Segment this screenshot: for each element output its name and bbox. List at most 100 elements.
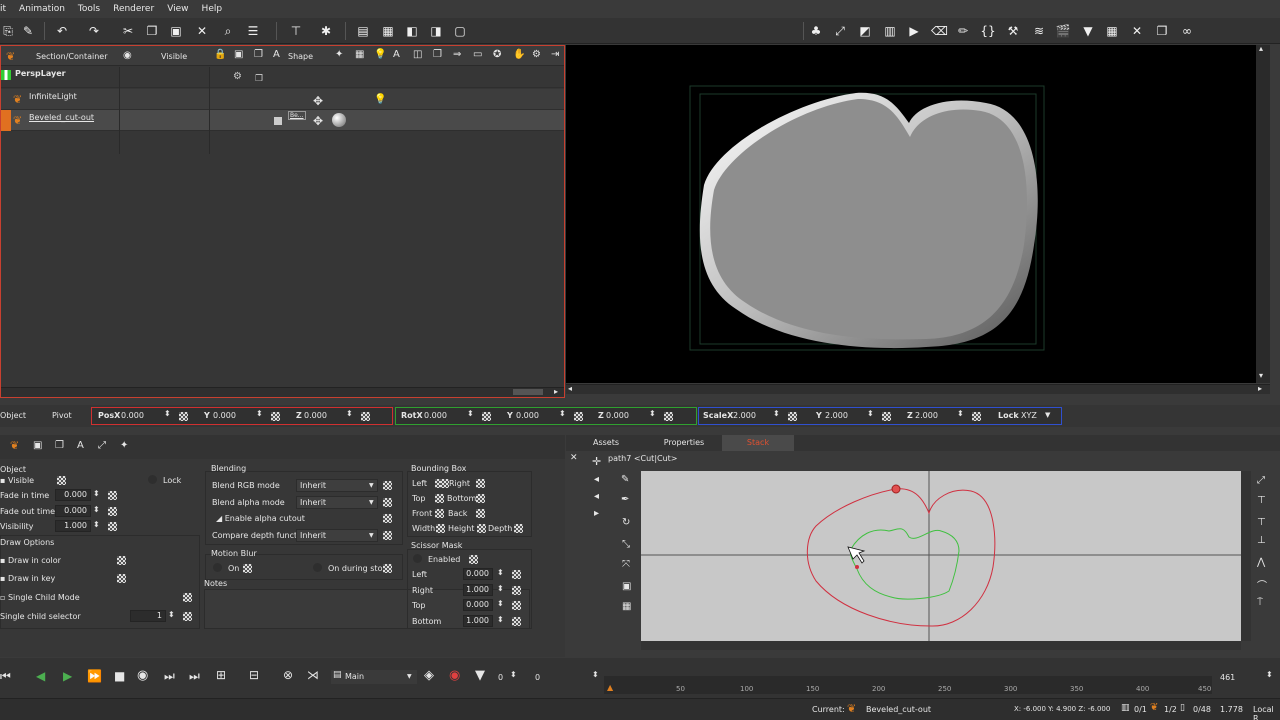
- script-icon[interactable]: {}: [980, 23, 996, 39]
- lock-select[interactable]: XYZ: [1021, 411, 1037, 420]
- tree-icon[interactable]: ♣: [808, 23, 824, 39]
- tool-2-icon[interactable]: ⊤: [1257, 495, 1266, 506]
- frame-value-1[interactable]: 0: [498, 673, 503, 682]
- layout-5-icon[interactable]: ▢: [452, 23, 468, 39]
- grid-icon[interactable]: ▦: [622, 601, 631, 612]
- scroll-right-icon[interactable]: ▸: [1258, 384, 1262, 393]
- pos-z-spin[interactable]: ⬍: [346, 409, 353, 418]
- fade-out-key[interactable]: [108, 507, 117, 516]
- expand-icon[interactable]: ⤢: [98, 440, 106, 451]
- clapper-icon[interactable]: 🎬: [1055, 23, 1071, 39]
- scale-y-key[interactable]: [882, 412, 891, 421]
- fade-out-spin[interactable]: ⬍: [93, 505, 100, 514]
- shape-tag[interactable]: Be...: [288, 111, 306, 120]
- text-icon[interactable]: A: [273, 49, 280, 60]
- brush-icon[interactable]: ✦: [120, 440, 128, 451]
- scissor-top-spin[interactable]: ⬍: [497, 599, 504, 608]
- go-end-icon[interactable]: ⏭: [189, 669, 200, 684]
- stack-arrow-icon[interactable]: ◂: [594, 491, 599, 502]
- scissor-bottom-key[interactable]: [512, 617, 521, 626]
- copy-icon[interactable]: ❐: [144, 23, 160, 39]
- menu-animation[interactable]: Animation: [19, 4, 65, 14]
- scissor-right-spin[interactable]: ⬍: [497, 584, 504, 593]
- blend-rgb-key[interactable]: [383, 481, 392, 490]
- draw-in-color-checkbox[interactable]: ▪ Draw in color: [0, 556, 61, 565]
- scissor-bottom-spin[interactable]: ⬍: [497, 615, 504, 624]
- lock-icon[interactable]: 🔒: [214, 49, 226, 60]
- infinity-icon[interactable]: ∞: [1179, 23, 1195, 39]
- frame-spin-2[interactable]: ⬍: [592, 670, 599, 679]
- diamond-key-icon[interactable]: ◈: [424, 668, 434, 683]
- visible-key[interactable]: [57, 476, 66, 485]
- header-visible[interactable]: Visible: [161, 52, 187, 61]
- pos-x-key[interactable]: [179, 412, 188, 421]
- split-icon[interactable]: ⋊: [307, 668, 319, 682]
- frame-value-2[interactable]: 0: [535, 673, 540, 682]
- scale-z-field[interactable]: 2.000: [915, 411, 938, 420]
- visibility-input[interactable]: 1.000: [55, 520, 91, 532]
- scroll-up-icon[interactable]: ▴: [1259, 44, 1263, 53]
- single-child-checkbox[interactable]: ▫ Single Child Mode: [0, 593, 80, 602]
- fast-forward-icon[interactable]: ⏩: [87, 669, 102, 683]
- camera-icon[interactable]: ▣: [234, 49, 243, 60]
- tab-stack[interactable]: Stack: [722, 435, 794, 451]
- rot-y-spin[interactable]: ⬍: [559, 409, 566, 418]
- outliner-row-light[interactable]: ❦ InfiniteLight ✥ 💡: [1, 89, 564, 110]
- layers-icon[interactable]: ≋: [1031, 23, 1047, 39]
- playhead-icon[interactable]: ▲: [607, 683, 613, 692]
- selector-key[interactable]: [183, 612, 192, 621]
- scroll-down-icon[interactable]: ▾: [1259, 371, 1263, 380]
- menu-tools[interactable]: Tools: [78, 4, 100, 14]
- edit-path-icon[interactable]: ✎: [621, 474, 629, 485]
- step-forward-icon[interactable]: ⏭: [164, 669, 175, 684]
- grid-icon[interactable]: ▦: [355, 49, 364, 60]
- path-editor-canvas[interactable]: [641, 471, 1241, 641]
- pos-z-key[interactable]: [361, 412, 370, 421]
- camera-cell-icon[interactable]: ⚙: [233, 71, 242, 82]
- draw-color-key[interactable]: [117, 556, 126, 565]
- bbox-width-key[interactable]: [436, 524, 445, 533]
- bbox-bottom-key[interactable]: [476, 494, 485, 503]
- menu-view[interactable]: View: [167, 4, 188, 14]
- scale-y-field[interactable]: 2.000: [825, 411, 848, 420]
- header-section[interactable]: Section/Container: [36, 52, 108, 61]
- layout-3-icon[interactable]: ◧: [404, 23, 420, 39]
- edit-icon[interactable]: ✎: [20, 23, 36, 39]
- visibility-spin[interactable]: ⬍: [93, 520, 100, 529]
- layout-2-icon[interactable]: ▦: [380, 23, 396, 39]
- frame-spin-1[interactable]: ⬍: [510, 670, 517, 679]
- chevron-down-icon[interactable]: ▼: [1045, 411, 1050, 419]
- copy-icon[interactable]: ❐: [55, 440, 64, 451]
- timeline-track[interactable]: [604, 664, 1212, 676]
- close-x-icon[interactable]: ✕: [1129, 23, 1145, 39]
- menu-renderer[interactable]: Renderer: [113, 4, 154, 14]
- draw-key-key[interactable]: [117, 574, 126, 583]
- end-frame-spin[interactable]: ⬍: [1266, 670, 1273, 679]
- pos-y-field[interactable]: 0.000: [213, 411, 236, 420]
- pos-z-field[interactable]: 0.000: [304, 411, 327, 420]
- play-forward-icon[interactable]: ▶: [906, 23, 922, 39]
- scissor-left-spin[interactable]: ⬍: [497, 568, 504, 577]
- bbox-height-key[interactable]: [477, 524, 486, 533]
- viewport-canvas[interactable]: [566, 45, 1270, 383]
- collapse-icon[interactable]: ⇥: [551, 49, 559, 60]
- text-icon[interactable]: A: [77, 440, 84, 451]
- menu-help[interactable]: Help: [202, 4, 223, 14]
- lock-radio[interactable]: [148, 475, 157, 484]
- rot-z-field[interactable]: 0.000: [606, 411, 629, 420]
- mb-stop-radio[interactable]: [313, 563, 322, 572]
- render-icon[interactable]: ◩: [857, 23, 873, 39]
- scissor-top-key[interactable]: [512, 601, 521, 610]
- key-options-icon[interactable]: ⊟: [249, 668, 259, 682]
- fill-icon[interactable]: ▣: [622, 581, 631, 592]
- bbox-left-key2[interactable]: [440, 479, 449, 488]
- mb-on-radio[interactable]: [213, 563, 222, 572]
- path-editor-vscroll[interactable]: [1241, 471, 1251, 641]
- star-icon[interactable]: ✪: [493, 49, 501, 60]
- path-editor-svg[interactable]: [641, 471, 1241, 641]
- fade-in-spin[interactable]: ⬍: [93, 489, 100, 498]
- undo-icon[interactable]: ↶: [54, 23, 70, 39]
- mb-stop-key[interactable]: [383, 564, 392, 573]
- bbox-front-key[interactable]: [435, 509, 444, 518]
- play-icon[interactable]: ▶: [63, 669, 72, 683]
